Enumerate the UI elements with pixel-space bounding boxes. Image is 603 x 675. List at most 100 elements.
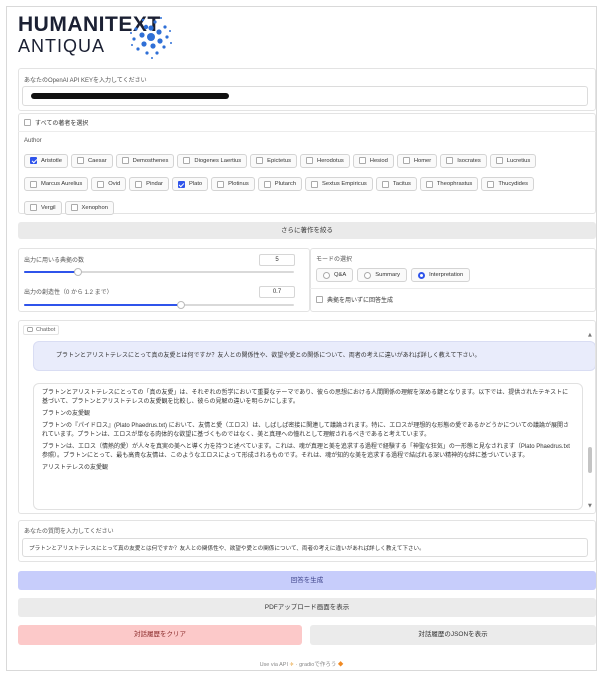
author-checkbox-marcus-aurelius[interactable]: Marcus Aurelius [24,177,89,191]
scroll-up-icon[interactable]: ▲ [588,333,592,338]
author-checkbox-lucretius[interactable]: Lucretius [489,153,537,168]
author-checkbox-theophrastus[interactable]: Theophrastus [419,177,479,191]
author-checkbox-sextus-empiricus[interactable]: Sextus Empiricus [305,177,373,191]
author-checkbox-epictetus[interactable]: Epictetus [250,153,298,168]
checkbox-box[interactable] [135,180,143,188]
author-checkbox-tacitus[interactable]: Tacitus [375,177,417,191]
narrow-works-button[interactable]: さらに著作を絞る [18,222,596,239]
mode-option-summary[interactable]: Summary [357,268,408,282]
author-checkbox-vergil[interactable]: Vergil [24,200,62,215]
temp-slider-label: 出力の創造性（0 から 1.2 まで） [24,290,113,296]
checkbox-box[interactable] [381,180,389,188]
author-checkbox-herodotus[interactable]: Herodotus [300,153,350,168]
no-source-checkbox[interactable]: 典拠を用いずに回答生成 [316,295,393,304]
checkbox-box[interactable] [30,204,37,211]
author-checkbox-plato[interactable]: Plato [171,177,209,191]
use-via-api-link[interactable]: Use via API [260,662,288,668]
checkbox-box[interactable] [487,180,495,188]
mode-option-q-a[interactable]: Q&A [316,268,354,282]
gradio-logo-icon: ◆ [337,662,344,668]
author-label: Diogenes Laertius [194,157,242,164]
author-checkbox-aristotle[interactable]: Aristotle [24,153,68,168]
author-checkbox-ovid[interactable]: Ovid [91,177,127,191]
select-all-label: すべての著者を選択 [35,121,89,127]
checkbox-box[interactable] [177,180,185,188]
chat-scrollbar-thumb[interactable] [588,447,592,473]
checkbox-box[interactable] [97,180,105,188]
count-slider-fill [24,271,78,273]
author-checkbox-plutarch[interactable]: Plutarch [257,177,303,191]
author-checkbox-demosthenes[interactable]: Demosthenes [115,153,175,168]
user-message-text: プラトンとアリストテレスにとって真の友愛とは何ですか？友人との関係性や、欲望や愛… [56,353,481,359]
checkbox-box[interactable] [402,157,410,164]
chatbot-panel: Chatbot プラトンとアリストテレスにとって真の友愛とは何ですか？友人との関… [18,320,596,514]
checkbox-box[interactable] [495,157,503,164]
checkbox-box[interactable] [446,157,454,164]
chat-scrollbar[interactable]: ▲ ▼ [588,333,592,509]
author-label: Plotinus [228,181,249,187]
author-label: Ovid [108,181,121,187]
footer: Use via API ✈ · gradioで作ろう ◆ [0,660,603,668]
count-number-input[interactable]: 5 [259,254,295,266]
mode-option-interpretation[interactable]: Interpretation [411,268,471,282]
radio-dot[interactable] [323,271,330,279]
author-checkbox-thucydides[interactable]: Thucydides [481,177,534,191]
rocket-icon: ✈ [289,662,295,668]
clear-history-button[interactable]: 対話履歴をクリア [18,625,302,645]
checkbox-box[interactable] [30,180,37,188]
checkbox-box[interactable] [263,180,271,188]
show-history-json-button[interactable]: 対話履歴のJSONを表示 [310,625,596,645]
author-checkbox-isocrates[interactable]: Isocrates [440,153,487,168]
chatbot-label-tag: Chatbot [23,325,60,335]
user-message-bubble: プラトンとアリストテレスにとって真の友愛とは何ですか？友人との関係性や、欲望や愛… [33,341,595,371]
temp-slider-handle[interactable] [176,301,185,309]
generate-button[interactable]: 回答を生成 [18,571,596,590]
gradio-link[interactable]: gradioで作ろう [299,662,336,668]
count-slider-handle[interactable] [74,268,82,276]
scroll-down-icon[interactable]: ▼ [588,504,592,509]
mode-option-label: Interpretation [429,272,464,278]
no-source-box[interactable] [316,296,323,303]
radio-dot[interactable] [364,271,372,279]
bot-message-paragraph: プラトンは、エロス（情熱的愛）が人々を真実の美へと導く力を持つと述べています。こ… [42,444,570,459]
checkbox-box[interactable] [70,204,78,211]
select-all-checkbox[interactable]: すべての著者を選択 [24,118,88,127]
checkbox-box[interactable] [311,180,319,188]
checkbox-box[interactable] [30,157,37,164]
author-checkbox-caesar[interactable]: Caesar [70,153,113,168]
bot-message-paragraph: プラトンとアリストテレスにとっての「真の友愛」は、それぞれの哲学において重要なテ… [42,390,569,405]
temp-number-input[interactable]: 0.7 [259,286,295,298]
mode-label: モードの選択 [316,257,353,263]
checkbox-box[interactable] [425,180,433,188]
checkbox-box[interactable] [358,157,366,164]
author-checkbox-homer[interactable]: Homer [396,153,438,168]
mode-option-label: Summary [375,272,401,278]
show-pdf-upload-button[interactable]: PDFアップロード画面を表示 [18,598,596,617]
api-key-input[interactable] [22,86,588,106]
author-label: Author [24,138,42,144]
checkbox-box[interactable] [256,157,264,164]
checkbox-box[interactable] [121,157,129,164]
checkbox-box[interactable] [76,157,84,164]
question-input[interactable]: プラトンとアリストテレスにとって真の友愛とは何ですか？友人との関係性や、欲望や愛… [22,538,588,557]
radio-dot[interactable] [418,271,426,279]
author-checkbox-pindar[interactable]: Pindar [129,177,169,191]
bot-message-bubble: プラトンとアリストテレスにとっての「真の友愛」は、それぞれの哲学において重要なテ… [33,383,583,510]
divider [310,288,596,289]
select-all-box[interactable] [24,119,31,126]
author-checkbox-plotinus[interactable]: Plotinus [211,177,255,191]
author-label: Homer [413,157,432,164]
checkbox-box[interactable] [183,157,191,164]
author-checkbox-xenophon[interactable]: Xenophon [64,200,114,215]
author-label: Isocrates [457,157,481,164]
question-input-value: プラトンとアリストテレスにとって真の友愛とは何ですか？友人との関係性や、欲望や愛… [29,546,425,552]
author-label: Xenophon [81,204,108,211]
checkbox-box[interactable] [217,180,225,188]
author-checkbox-diogenes-laertius[interactable]: Diogenes Laertius [177,153,248,168]
api-key-masked-value [31,93,229,99]
author-label: Sextus Empiricus [322,181,367,187]
author-checkbox-hesiod[interactable]: Hesiod [352,153,394,168]
checkbox-box[interactable] [306,157,314,164]
divider [18,131,596,132]
author-label: Demosthenes [132,157,169,164]
